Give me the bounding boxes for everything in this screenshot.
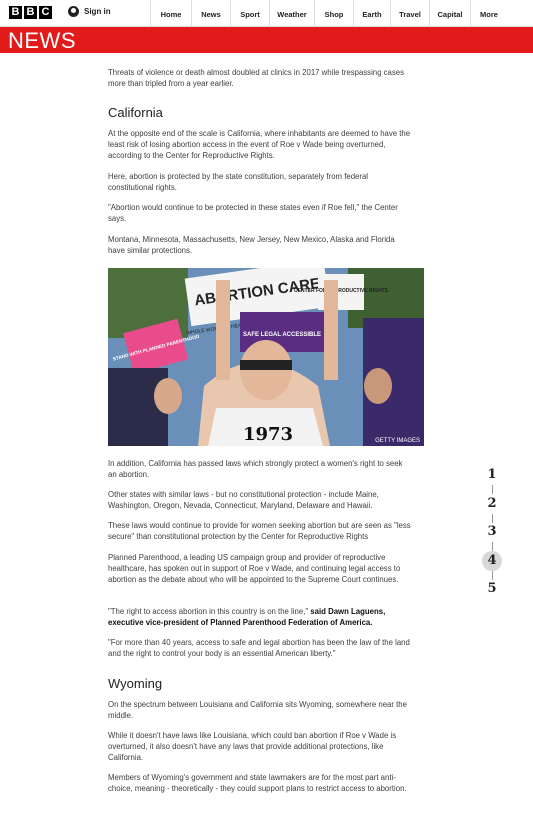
pager-connector — [492, 542, 493, 551]
nav-more[interactable]: More — [470, 0, 507, 26]
nav-weather[interactable]: Weather — [269, 0, 314, 26]
nav-home[interactable]: Home — [150, 0, 191, 26]
pager-item-5[interactable]: 5 — [482, 579, 502, 599]
photo-credit: GETTY IMAGES — [375, 438, 420, 444]
protest-photo: ABORTION CARE WHOLE WOMAN'S HEALTH CENTE… — [108, 268, 424, 446]
protest-photo-illustration: ABORTION CARE WHOLE WOMAN'S HEALTH CENTE… — [108, 268, 424, 446]
user-icon — [68, 6, 79, 17]
logo-letter-b2: B — [24, 6, 37, 19]
paragraph-ca-8: Planned Parenthood, a leading US campaig… — [108, 553, 401, 584]
paragraph-wy-1: On the spectrum between Louisiana and Ca… — [108, 700, 407, 720]
quote-text: "The right to access abortion in this co… — [108, 607, 309, 616]
paragraph-wy-2: While it doesn't have laws like Louisian… — [108, 731, 397, 762]
paragraph-ca-2: Here, abortion is protected by the state… — [108, 172, 369, 192]
paragraph-ca-1: At the opposite end of the scale is Cali… — [108, 129, 411, 160]
paragraph-ca-10: "For more than 40 years, access to safe … — [108, 638, 410, 658]
nav-news[interactable]: News — [191, 0, 230, 26]
nav-shop[interactable]: Shop — [314, 0, 353, 26]
bbc-logo[interactable]: B B C — [9, 6, 52, 19]
shirt-1973: 1973 — [243, 424, 293, 445]
main-nav: Home News Sport Weather Shop Earth Trave… — [150, 0, 507, 26]
sign-in-link[interactable]: Sign in — [68, 6, 111, 17]
sign-safe-legal-accessible: SAFE LEGAL ACCESSIBLE — [243, 332, 321, 338]
paragraph-ca-7: These laws would continue to provide for… — [108, 521, 411, 541]
nav-capital[interactable]: Capital — [429, 0, 470, 26]
logo-letter-c: C — [39, 6, 52, 19]
pager-item-3[interactable]: 3 — [482, 522, 502, 542]
paragraph-wy-3: Members of Wyoming's government and stat… — [108, 773, 407, 793]
heading-california: California — [108, 105, 163, 120]
top-bar: B B C Sign in Home News Sport Weather Sh… — [0, 0, 533, 27]
nav-sport[interactable]: Sport — [230, 0, 269, 26]
news-banner: NEWS — [0, 27, 533, 53]
sign-in-label: Sign in — [84, 7, 111, 16]
heading-wyoming: Wyoming — [108, 676, 163, 691]
sign-center-reproductive-rights: CENTER FOR REPRODUCTIVE RIGHTS — [294, 288, 389, 294]
nav-travel[interactable]: Travel — [390, 0, 429, 26]
pager-item-4[interactable]: 4 — [482, 551, 502, 571]
paragraph-ca-6: Other states with similar laws - but no … — [108, 490, 379, 510]
paragraph-ca-3: "Abortion would continue to be protected… — [108, 203, 398, 223]
logo-letter-b1: B — [9, 6, 22, 19]
section-title[interactable]: NEWS — [8, 28, 76, 54]
pager-item-1[interactable]: 1 — [482, 465, 502, 485]
paragraph-ca-4: Montana, Minnesota, Massachusetts, New J… — [108, 235, 395, 255]
pager-connector — [492, 485, 493, 494]
paragraph-ca-5: In addition, California has passed laws … — [108, 459, 403, 479]
paragraph-intro: Threats of violence or death almost doub… — [108, 68, 405, 88]
pager-item-2[interactable]: 2 — [482, 494, 502, 514]
paragraph-quote: "The right to access abortion in this co… — [108, 606, 413, 628]
nav-earth[interactable]: Earth — [353, 0, 390, 26]
